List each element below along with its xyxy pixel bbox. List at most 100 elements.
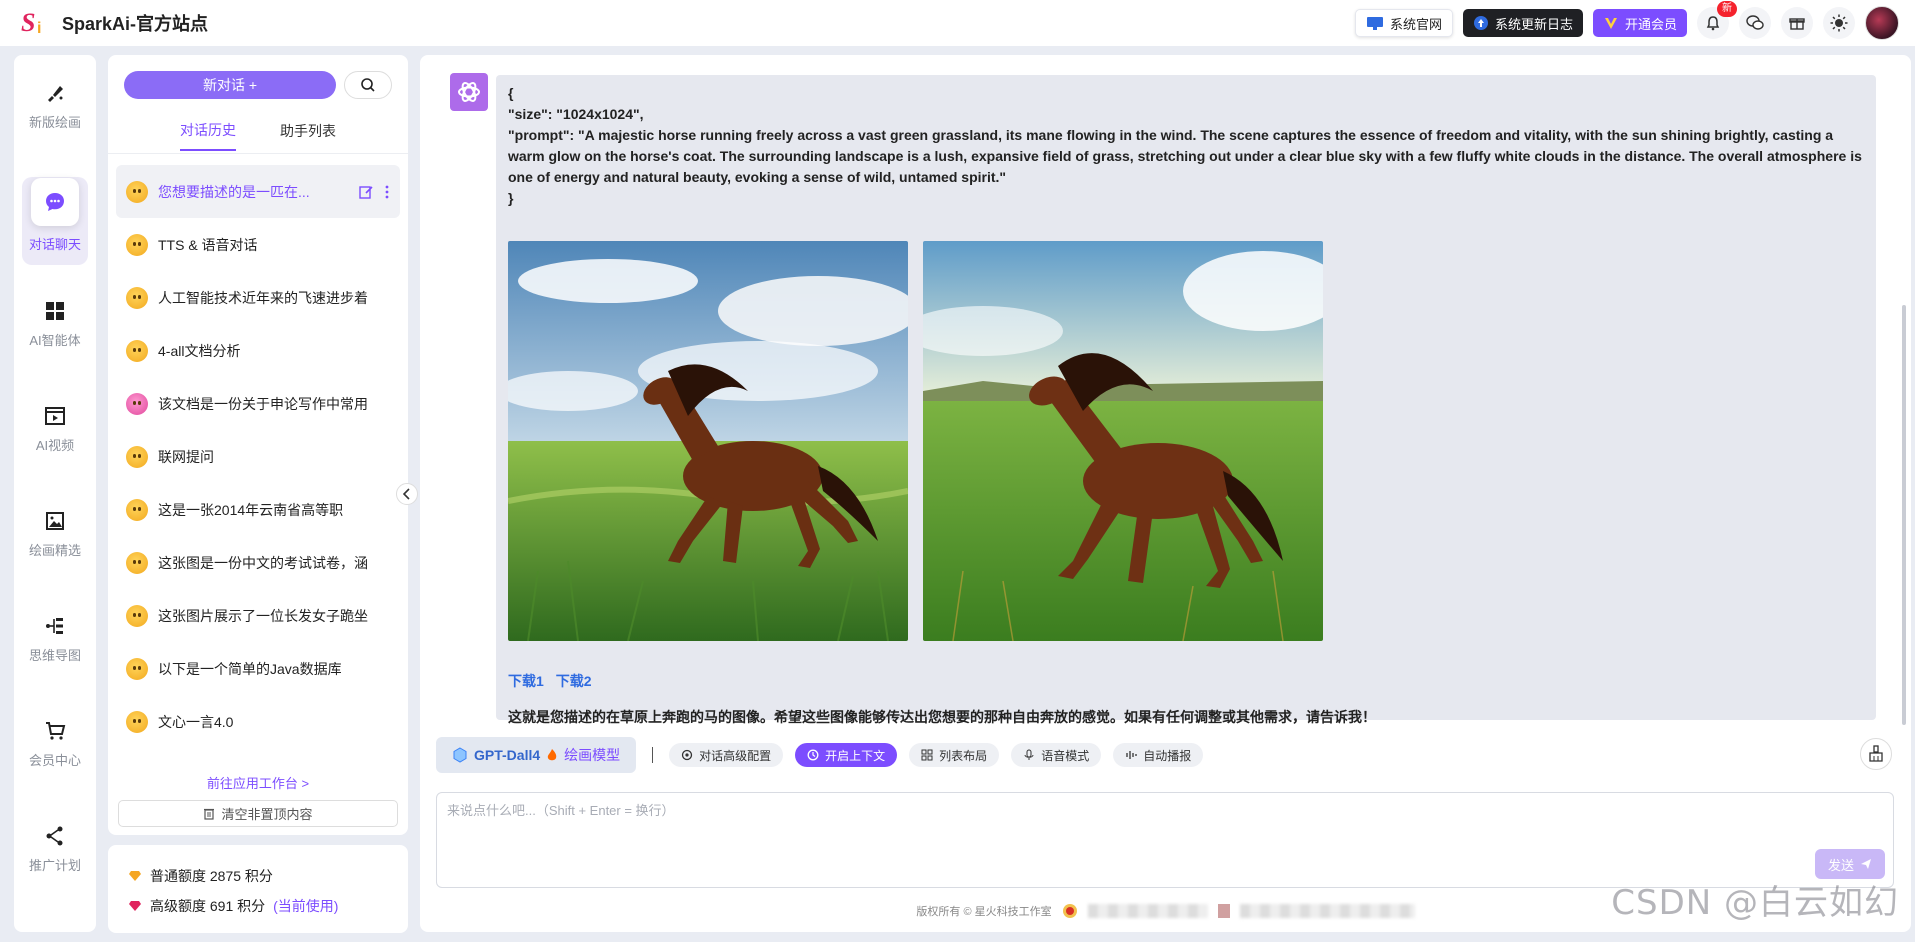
history-item[interactable]: 这张图是一份中文的考试试卷，涵 — [116, 536, 400, 589]
history-list: 您想要描述的是一匹在... TTS & 语音对话 人工智能技术近年来的飞速进步着… — [116, 165, 400, 765]
nav-item-member-center[interactable]: 会员中心 — [14, 700, 96, 788]
context-toggle-button[interactable]: 开启上下文 — [795, 743, 898, 767]
official-site-button[interactable]: 系统官网 — [1354, 9, 1453, 37]
generated-images — [508, 241, 1323, 641]
divider — [108, 153, 408, 154]
new-chat-button[interactable]: 新对话 + — [124, 71, 336, 99]
logo[interactable]: Si SparkAi-官方站点 — [20, 7, 208, 39]
scrollbar[interactable] — [1902, 305, 1906, 725]
vip-button[interactable]: 开通会员 — [1592, 9, 1687, 37]
message-input-box: 发送 — [436, 792, 1894, 888]
advanced-quota: 高级额度 691 积分 (当前使用) — [128, 891, 388, 921]
diamond-gold-icon — [129, 871, 141, 881]
more-icon[interactable] — [384, 184, 390, 200]
watermark: CSDN @白云如幻 — [1611, 883, 1899, 923]
chat-icon-box — [31, 177, 79, 226]
sun-icon — [1830, 14, 1848, 32]
history-item[interactable]: 人工智能技术近年来的飞速进步着 — [116, 271, 400, 324]
assistant-message: { "size": "1024x1024", "prompt": "A maje… — [496, 75, 1876, 725]
emoji-avatar-icon — [126, 551, 148, 574]
toolbar-divider — [652, 747, 654, 763]
bell-icon — [1706, 16, 1720, 31]
trash-icon — [204, 808, 215, 820]
history-item[interactable]: 以下是一个简单的Java数据库 — [116, 642, 400, 695]
redacted-text — [1087, 904, 1208, 918]
app-title: SparkAi-官方站点 — [62, 14, 209, 34]
nav-item-mindmap[interactable]: 思维导图 — [14, 595, 96, 683]
video-icon — [45, 406, 65, 425]
wechat-button[interactable] — [1739, 7, 1771, 39]
police-badge-icon — [1062, 904, 1077, 918]
nav-item-ai-agent[interactable]: AI智能体 — [14, 280, 96, 368]
chat-main: { "size": "1024x1024", "prompt": "A maje… — [420, 55, 1911, 932]
emoji-avatar-icon — [126, 498, 148, 521]
clean-button[interactable] — [1860, 738, 1892, 770]
history-item[interactable]: 这张图片展示了一位长发女子跪坐 — [116, 589, 400, 642]
grid-icon — [46, 301, 64, 320]
emoji-avatar-icon — [126, 604, 148, 627]
history-item[interactable]: 这是一张2014年云南省高等职 — [116, 483, 400, 536]
emoji-avatar-icon — [126, 339, 148, 362]
emoji-avatar-icon — [126, 233, 148, 256]
reply-text: 这就是您描述的在草原上奔跑的马的图像。希望这些图像能够传达出您想要的那种自由奔放… — [508, 709, 1376, 725]
prompt-json: { "size": "1024x1024", "prompt": "A maje… — [508, 85, 1862, 206]
history-item[interactable]: 该文档是一份关于申论写作中常用 — [116, 377, 400, 430]
history-item[interactable]: 联网提问 — [116, 430, 400, 483]
current-use-label: (当前使用) — [273, 898, 339, 914]
vip-icon — [1604, 18, 1617, 29]
auto-play-button[interactable]: 自动播报 — [1113, 743, 1204, 767]
search-button[interactable] — [344, 71, 392, 99]
generated-image[interactable] — [508, 241, 908, 641]
gift-button[interactable] — [1781, 7, 1813, 39]
openai-icon — [458, 82, 480, 102]
clear-unpinned-button[interactable]: 清空非置顶内容 — [118, 800, 398, 827]
quota-panel: 普通额度 2875 积分 高级额度 691 积分 (当前使用) — [108, 845, 408, 933]
emoji-avatar-icon — [126, 180, 148, 203]
model-selector[interactable]: GPT-Dall4 绘画模型 — [436, 737, 637, 773]
download-2-link[interactable]: 下载2 — [556, 671, 592, 692]
tab-chat-history[interactable]: 对话历史 — [180, 111, 236, 151]
monitor-icon — [1366, 17, 1383, 30]
edit-icon[interactable] — [358, 184, 374, 200]
mindmap-icon — [46, 617, 63, 634]
redacted-icon — [1217, 904, 1230, 918]
svg-text:S: S — [21, 8, 35, 37]
message-input[interactable] — [447, 803, 1847, 818]
send-icon — [1861, 859, 1871, 869]
history-item[interactable]: 您想要描述的是一匹在... — [116, 165, 400, 218]
upgrade-icon — [1473, 16, 1488, 30]
history-item[interactable]: TTS & 语音对话 — [116, 218, 400, 271]
nav-item-promotion[interactable]: 推广计划 — [14, 805, 96, 893]
broom-icon — [1869, 745, 1883, 762]
list-layout-button[interactable]: 列表布局 — [909, 743, 1000, 767]
collapse-sidebar-button[interactable] — [396, 483, 418, 505]
clock-icon — [807, 749, 819, 761]
download-1-link[interactable]: 下载1 — [508, 671, 544, 692]
nav-item-chat[interactable]: 对话聊天 — [14, 171, 96, 259]
audio-wave-icon — [1126, 751, 1137, 759]
chevron-left-icon — [403, 488, 410, 500]
user-avatar[interactable] — [1865, 6, 1899, 40]
nav-item-ai-video[interactable]: AI视频 — [14, 385, 96, 473]
nav-item-gallery[interactable]: 绘画精选 — [14, 490, 96, 578]
chat-icon — [46, 192, 64, 211]
voice-mode-button[interactable]: 语音模式 — [1011, 743, 1102, 767]
tab-assistant-list[interactable]: 助手列表 — [280, 111, 336, 151]
nav-item-new-drawing[interactable]: 新版绘画 — [14, 62, 96, 150]
goto-workbench-link[interactable]: 前往应用工作台 > — [108, 773, 408, 792]
gift-icon — [1789, 18, 1805, 30]
left-nav: 新版绘画 对话聊天 AI智能体 AI视频 绘画精选 思维导图 会员中心 推广计划 — [14, 55, 96, 932]
notification-button[interactable]: 新 — [1697, 1, 1737, 39]
emoji-avatar-icon — [126, 710, 148, 733]
changelog-button[interactable]: 系统更新日志 — [1462, 9, 1583, 37]
spark-logo-icon: Si — [20, 7, 52, 39]
advanced-config-button[interactable]: 对话高级配置 — [669, 743, 784, 767]
theme-toggle-button[interactable] — [1823, 7, 1855, 39]
microphone-icon — [1024, 749, 1034, 760]
generated-image[interactable] — [923, 241, 1323, 641]
cart-icon — [46, 721, 66, 740]
cube-icon — [453, 747, 467, 763]
bot-avatar — [450, 73, 488, 111]
history-item[interactable]: 4-all文档分析 — [116, 324, 400, 377]
history-item[interactable]: 文心一言4.0 — [116, 695, 400, 748]
